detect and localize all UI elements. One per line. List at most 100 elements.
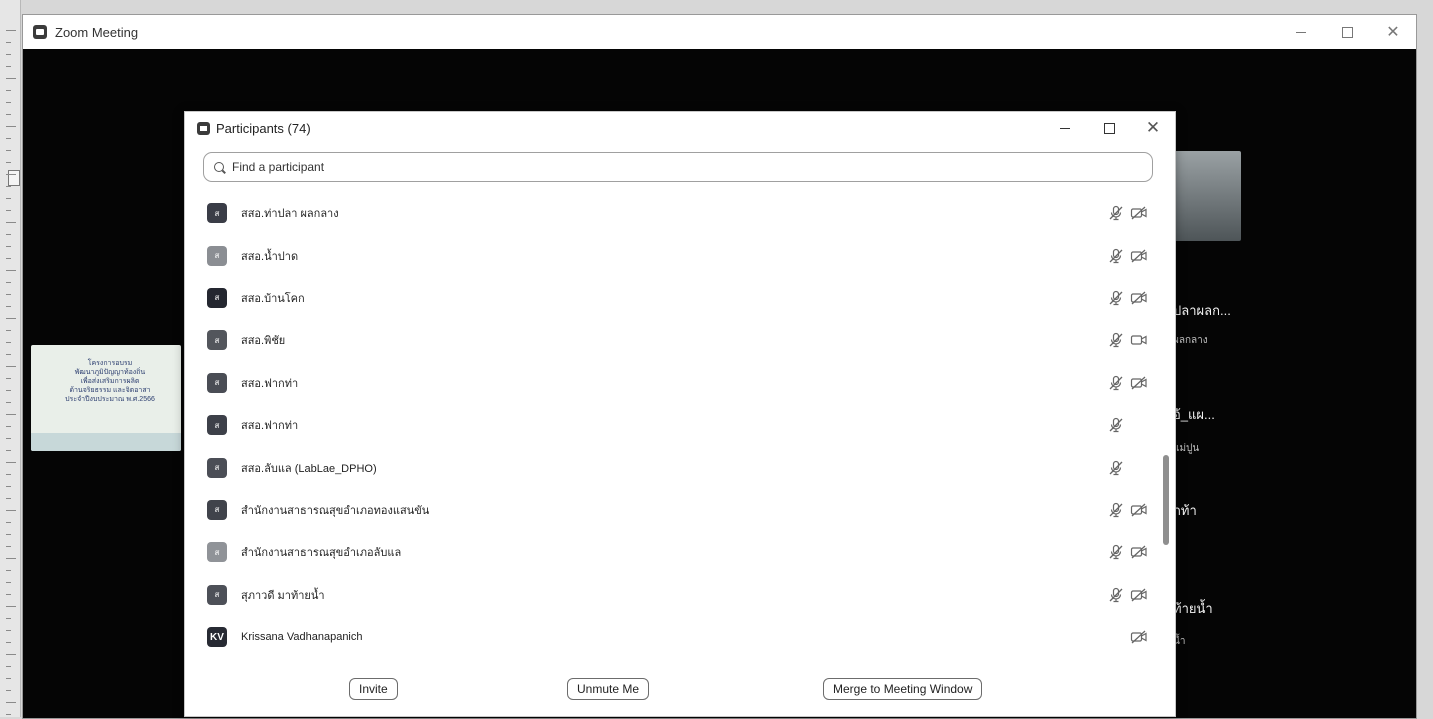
participants-panel-title: Participants (74) [216,120,311,136]
invite-button[interactable]: Invite [349,678,398,700]
ruler-tick [6,714,11,715]
video-off-icon[interactable] [1130,545,1148,559]
mic-muted-icon[interactable] [1108,332,1124,348]
avatar: ส [207,415,227,436]
ruler-tick [6,198,11,199]
ruler-tick [6,522,11,523]
participant-name: สสอ.ฟากท่า [241,420,299,433]
participant-video-thumbnail[interactable] [1173,151,1241,241]
participant-name: สำนักงานสาธารณสุขอำเภอทองแสนขัน [241,504,430,517]
ruler-tick [6,42,11,43]
participant-search-box[interactable] [203,152,1153,182]
zoom-window-controls: ✕ [1278,15,1416,49]
zoom-minimize-button[interactable] [1278,15,1324,49]
avatar: ส [207,203,227,224]
participants-panel-titlebar[interactable]: Participants (74) ✕ [185,112,1175,144]
ruler-tick [6,498,11,499]
zoom-window-titlebar[interactable]: Zoom Meeting ✕ [23,15,1416,49]
gallery-participant-sub: แม่ปูน [1173,443,1200,454]
video-off-icon[interactable] [1130,376,1148,390]
participant-status-icons [1108,277,1148,319]
ruler-tick [6,138,11,139]
ruler-tick [6,426,11,427]
participant-status-icons [1108,319,1148,361]
banner-line: เพื่อส่งเสริมการผลิต [80,378,140,385]
banner-line: โครงการอบรม [87,360,133,367]
video-off-icon[interactable] [1130,249,1148,263]
ruler-tick [6,210,11,211]
ruler-tick [6,390,11,391]
zoom-close-button[interactable]: ✕ [1370,15,1416,49]
mic-muted-icon[interactable] [1108,587,1124,603]
video-on-icon[interactable] [1130,333,1148,347]
panel-maximize-button[interactable] [1087,112,1131,144]
merge-to-meeting-window-button[interactable]: Merge to Meeting Window [823,678,983,700]
ruler-tick [6,270,16,271]
ruler-tick [6,594,11,595]
ruler-tick [6,630,11,631]
ruler-tick [6,54,11,55]
ruler-indent-marker[interactable] [8,170,20,186]
ruler-tick [6,414,16,415]
document-vertical-ruler [0,0,21,717]
banner-line: ประจำปีงบประมาณ พ.ศ.2566 [65,396,155,403]
ruler-tick [6,402,11,403]
video-off-icon[interactable] [1130,291,1148,305]
mic-muted-icon[interactable] [1108,417,1124,433]
scrollbar-thumb[interactable] [1163,455,1169,545]
video-off-icon[interactable] [1130,503,1148,517]
mic-muted-icon[interactable] [1108,205,1124,221]
avatar: ส [207,330,227,351]
ruler-tick [6,306,11,307]
ruler-tick [6,678,11,679]
video-off-icon[interactable] [1130,630,1148,644]
participant-row[interactable]: ส สุภาวดี มาท้ายน้ำ [185,574,1160,616]
ruler-tick [6,378,11,379]
avatar: ส [207,245,227,266]
participant-row[interactable]: ส สสอ.ฟากท่า [185,362,1160,404]
ruler-tick [6,234,11,235]
participant-search-input[interactable] [230,159,1134,175]
ruler-tick [6,246,11,247]
ruler-tick [6,342,11,343]
ruler-tick [6,570,11,571]
mic-muted-icon[interactable] [1108,544,1124,560]
ruler-tick [6,162,11,163]
participant-status-icons [1130,616,1148,652]
ruler-tick [6,318,16,319]
participant-name: สสอ.ท่าปลา ผลกลาง [241,208,339,221]
ruler-tick [6,546,11,547]
panel-close-button[interactable]: ✕ [1131,112,1175,144]
ruler-tick [6,66,11,67]
participant-row[interactable]: ส สสอ.น้ำปาด [185,234,1160,276]
participant-row[interactable]: KV Krissana Vadhanapanich [185,616,1160,652]
participant-row[interactable]: ส สสอ.ลับแล (LabLae_DPHO) [185,446,1160,488]
gallery-participant-sub: ผลกลาง [1173,335,1208,346]
participant-row[interactable]: ส สสอ.บ้านโคก [185,277,1160,319]
ruler-tick [6,330,11,331]
video-off-icon[interactable] [1130,206,1148,220]
ruler-tick [6,486,11,487]
participant-row[interactable]: ส สสอ.ท่าปลา ผลกลาง [185,192,1160,234]
gallery-participant-name: อ้_แผ... [1173,407,1215,422]
video-off-icon[interactable] [1130,588,1148,602]
mic-muted-icon[interactable] [1108,502,1124,518]
participant-row[interactable]: ส สำนักงานสาธารณสุขอำเภอทองแสนขัน [185,489,1160,531]
ruler-tick [6,642,11,643]
mic-muted-icon[interactable] [1108,375,1124,391]
gallery-participant-name: กท้า [1173,503,1197,518]
participant-list-scrollbar[interactable] [1163,192,1169,652]
mic-muted-icon[interactable] [1108,248,1124,264]
mic-muted-icon[interactable] [1108,290,1124,306]
ruler-tick [6,282,11,283]
panel-minimize-button[interactable] [1043,112,1087,144]
zoom-maximize-button[interactable] [1324,15,1370,49]
participant-row[interactable]: ส สำนักงานสาธารณสุขอำเภอลับแล [185,531,1160,573]
ruler-tick [6,354,11,355]
ruler-tick [6,438,11,439]
ruler-tick [6,534,11,535]
mic-muted-icon[interactable] [1108,460,1124,476]
participant-row[interactable]: ส สสอ.ฟากท่า [185,404,1160,446]
unmute-me-button[interactable]: Unmute Me [567,678,650,700]
participant-row[interactable]: ส สสอ.พิชัย [185,319,1160,361]
